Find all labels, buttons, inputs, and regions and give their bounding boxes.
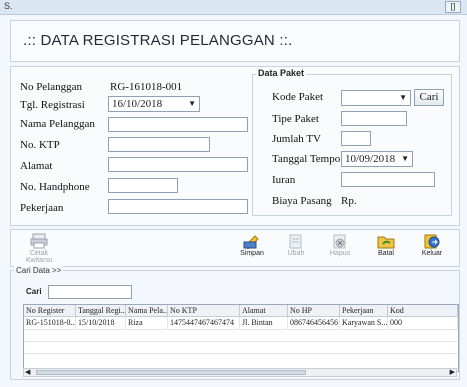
save-icon — [243, 235, 259, 249]
chevron-down-icon[interactable]: ▼ — [399, 91, 407, 105]
iuran-input[interactable] — [341, 172, 435, 187]
cari-data-legend: Cari Data >> — [14, 266, 64, 275]
tgl-registrasi-picker[interactable]: 16/10/2018 ▼ — [108, 96, 200, 112]
no-pelanggan-label: No Pelanggan — [20, 81, 83, 93]
table-cell: 086746456456 — [290, 317, 340, 329]
scroll-right-icon[interactable]: ▶ — [450, 368, 455, 376]
chevron-down-icon[interactable]: ▼ — [188, 97, 196, 111]
cetak-kwitansi-button[interactable]: Cetak Kwitansi — [18, 233, 60, 264]
simpan-button[interactable]: Simpan — [232, 233, 272, 263]
scrollbar-thumb[interactable] — [36, 370, 306, 375]
kode-paket-label: Kode Paket — [272, 91, 324, 103]
table-cell: RG-151018-0... — [26, 317, 76, 329]
column-header[interactable]: Tanggal Regi... — [76, 305, 126, 317]
tipe-paket-input[interactable] — [341, 111, 407, 126]
biaya-pasang-value: Rp. — [341, 195, 357, 207]
data-paket-legend: Data Paket — [256, 68, 307, 78]
hapus-label: Hapus — [329, 250, 351, 257]
window-titlebar: S. [] — [0, 0, 467, 15]
column-header[interactable]: No HP — [288, 305, 340, 317]
column-header[interactable]: No Register — [24, 305, 76, 317]
scroll-left-icon[interactable]: ◀ — [25, 368, 30, 376]
column-header[interactable]: Pekerjaan — [340, 305, 388, 317]
page-title: .:: DATA REGISTRASI PELANGGAN ::. — [23, 32, 293, 49]
nama-pelanggan-input[interactable] — [108, 117, 248, 132]
header-panel: .:: DATA REGISTRASI PELANGGAN ::. — [10, 20, 460, 62]
no-handphone-label: No. Handphone — [20, 181, 90, 193]
search-input[interactable] — [48, 285, 132, 299]
table-cell: Riza — [126, 317, 168, 329]
column-header[interactable]: Kod — [388, 305, 458, 317]
no-pelanggan-value: RG-161018-001 — [110, 81, 183, 93]
tgl-registrasi-label: Tgl. Registrasi — [20, 99, 85, 111]
delete-icon — [333, 234, 346, 249]
printer-icon — [30, 233, 48, 249]
pekerjaan-input[interactable] — [108, 199, 248, 214]
column-header[interactable]: No KTP — [168, 305, 240, 317]
table-cell: 000 — [388, 317, 458, 329]
simpan-label: Simpan — [240, 250, 264, 257]
no-ktp-input[interactable] — [108, 137, 210, 152]
grid-line — [24, 341, 458, 342]
jumlah-tv-label: Jumlah TV — [272, 133, 321, 145]
grid-line — [24, 353, 458, 354]
iuran-label: Iuran — [272, 174, 296, 186]
no-ktp-label: No. KTP — [20, 139, 60, 151]
table-cell: Jl. Bintan — [240, 317, 288, 329]
app-label: S. — [4, 1, 13, 11]
table-cell: 1475447467467474 — [168, 317, 240, 329]
batal-label: Batal — [378, 250, 394, 257]
alamat-label: Alamat — [20, 160, 53, 172]
column-header[interactable]: Alamat — [240, 305, 288, 317]
exit-icon — [424, 234, 440, 249]
cetak-kwitansi-label: Cetak Kwitansi — [25, 250, 53, 264]
jumlah-tv-input[interactable] — [341, 131, 371, 146]
hapus-button[interactable]: Hapus — [320, 233, 360, 263]
cari-paket-button[interactable]: Cari — [414, 89, 444, 106]
undo-folder-icon — [377, 236, 395, 249]
data-grid[interactable]: No Register Tanggal Regi... Nama Pela...… — [23, 304, 459, 372]
window-control-button[interactable]: [] — [445, 1, 461, 13]
alamat-input[interactable] — [108, 157, 248, 172]
kode-paket-select[interactable]: ▼ — [341, 90, 411, 106]
ubah-button[interactable]: Ubah — [276, 233, 316, 263]
pekerjaan-label: Pekerjaan — [20, 202, 64, 214]
cari-label: Cari — [26, 287, 42, 296]
edit-icon — [289, 234, 302, 249]
keluar-label: Keluar — [421, 250, 443, 257]
horizontal-scrollbar[interactable]: ◀ ▶ — [23, 368, 457, 377]
ubah-label: Ubah — [287, 250, 305, 257]
keluar-button[interactable]: Keluar — [412, 233, 452, 263]
table-cell: 15/10/2018 — [76, 317, 126, 329]
chevron-down-icon[interactable]: ▼ — [401, 152, 409, 166]
column-header[interactable]: Nama Pela... — [126, 305, 168, 317]
tipe-paket-label: Tipe Paket — [272, 113, 319, 125]
tanggal-tempo-label: Tanggal Tempo — [272, 153, 341, 165]
no-handphone-input[interactable] — [108, 178, 178, 193]
batal-button[interactable]: Batal — [366, 233, 406, 263]
table-cell: Karyawan S... — [342, 317, 388, 329]
tanggal-tempo-picker[interactable]: 10/09/2018 ▼ — [341, 151, 413, 167]
tanggal-tempo-value: 10/09/2018 — [345, 153, 396, 165]
grid-line — [24, 329, 458, 330]
nama-pelanggan-label: Nama Pelanggan — [20, 118, 95, 130]
biaya-pasang-label: Biaya Pasang — [272, 195, 332, 207]
tgl-registrasi-value: 16/10/2018 — [112, 98, 163, 110]
